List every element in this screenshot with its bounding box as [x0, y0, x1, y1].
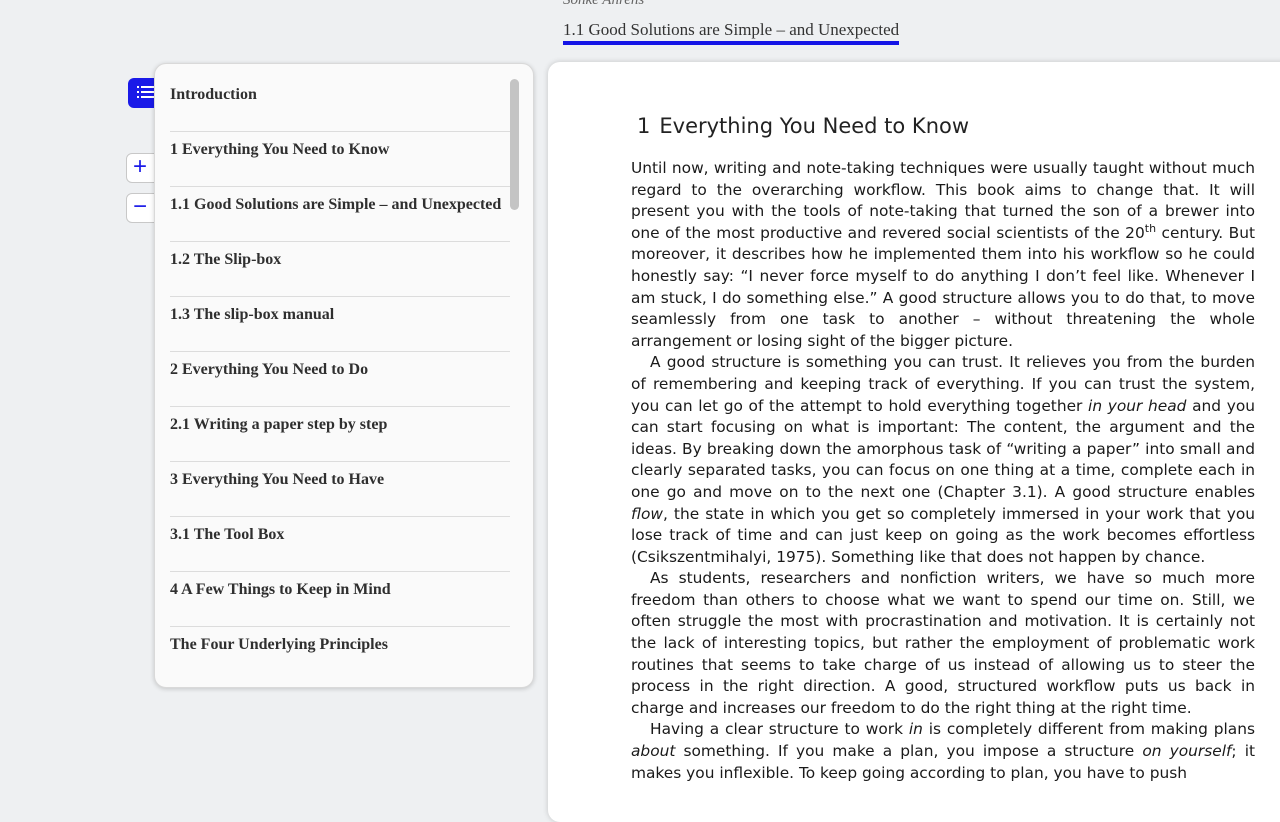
chapter-heading: 1 Everything You Need to Know — [637, 114, 969, 138]
toc-item-1-1[interactable]: 1.1 Good Solutions are Simple – and Unex… — [170, 187, 510, 242]
toc-item-chapter-3[interactable]: 3 Everything You Need to Have — [170, 462, 510, 517]
toc-item-chapter-2[interactable]: 2 Everything You Need to Do — [170, 352, 510, 407]
toc-item-2-1[interactable]: 2.1 Writing a paper step by step — [170, 407, 510, 462]
toc-item-1-3[interactable]: 1.3 The slip-box manual — [170, 297, 510, 352]
current-chapter-link[interactable]: 1.1 Good Solutions are Simple – and Unex… — [563, 20, 900, 45]
chapter-title: Everything You Need to Know — [659, 114, 970, 138]
toc-item-1-2[interactable]: 1.2 The Slip-box — [170, 242, 510, 297]
table-of-contents-panel: Introduction 1 Everything You Need to Kn… — [154, 63, 534, 688]
toc-item-principles[interactable]: The Four Underlying Principles — [170, 627, 510, 682]
toc-scrollbar[interactable] — [510, 79, 519, 210]
toc-item-introduction[interactable]: Introduction — [170, 77, 510, 132]
paragraph-2: A good structure is something you can tr… — [631, 353, 1255, 566]
toc-list: Introduction 1 Everything You Need to Kn… — [170, 77, 510, 682]
paragraph-4: Having a clear structure to work in is c… — [631, 720, 1255, 782]
paragraph-3: As students, researchers and nonfiction … — [631, 569, 1255, 717]
paragraph-1: Until now, writing and note-taking techn… — [631, 159, 1255, 350]
chapter-number: 1 — [637, 114, 651, 138]
toc-item-chapter-4[interactable]: 4 A Few Things to Keep in Mind — [170, 572, 510, 627]
toc-item-3-1[interactable]: 3.1 The Tool Box — [170, 517, 510, 572]
page-body-text: Until now, writing and note-taking techn… — [631, 158, 1255, 800]
book-author: Sönke Ahrens — [563, 0, 645, 8]
toc-item-chapter-1[interactable]: 1 Everything You Need to Know — [170, 132, 510, 187]
